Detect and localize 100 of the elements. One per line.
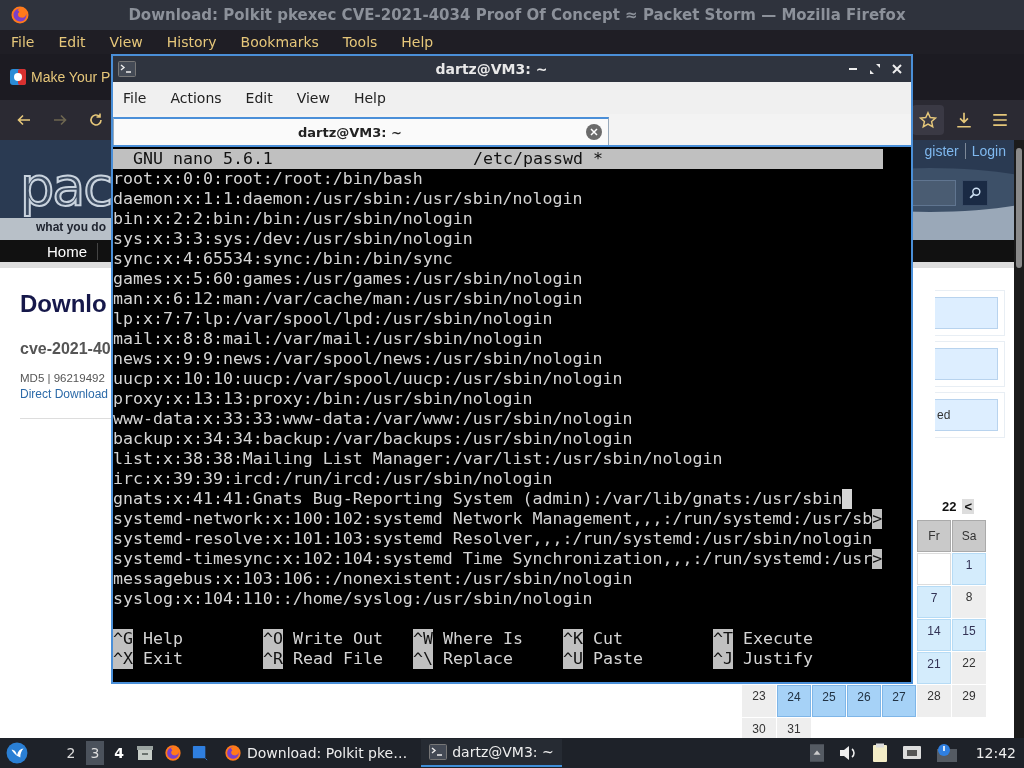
menu-item[interactable]: Actions [170,90,222,106]
side-button[interactable]: ed [935,399,998,431]
bookmark[interactable]: Make Your P [10,69,111,85]
bookmark-star-button[interactable] [912,105,944,135]
account-link[interactable]: gister [924,143,959,159]
file-cabinet-icon[interactable] [136,744,154,762]
menu-item[interactable]: View [296,90,330,106]
search-icon [968,186,982,200]
search-button[interactable] [962,180,988,206]
file-line: systemd-resolve:x:101:103:systemd Resolver,,,:/run/systemd:/usr/sbin/nologin [113,529,873,549]
window-icon[interactable] [192,745,208,761]
weekday-header: Fr [917,520,951,552]
calendar-day[interactable]: 29 [952,685,986,717]
firefox-icon [164,744,182,762]
file-name: cve-2021-40 [20,340,111,358]
shortcut-key: ^T [713,629,733,649]
shortcut-key: ^K [563,629,583,649]
workspace-button[interactable]: 4 [110,741,128,765]
calendar-day[interactable]: 14 [917,619,951,651]
window-title: Download: Polkit pkexec CVE-2021-4034 Proof Of Concept ≈ Packet Storm — Mozilla Firefox [127,6,907,24]
terminal-tab[interactable]: dartz@VM3: ~ [113,117,609,145]
download-link[interactable]: Direct Download [20,387,109,401]
calendar-day[interactable]: 23 [742,685,776,717]
tray-expand-icon[interactable] [809,743,824,763]
menu-item[interactable]: File [5,34,41,50]
volume-icon[interactable] [837,744,858,762]
line-overflow-marker: > [872,509,883,529]
maximize-button[interactable] [869,63,881,75]
file-line: news:x:9:9:news:/var/spool/news:/usr/sbin/nologin [113,349,603,369]
calendar-day[interactable]: 26 [847,685,881,717]
file-line: proxy:x:13:13:proxy:/bin:/usr/sbin/nologin [113,389,533,409]
calendar-day[interactable]: 21 [917,652,951,684]
shortcut-label: Exit [143,649,183,669]
shortcut-key: ^O [263,629,283,649]
shortcut-key: ^W [413,629,433,649]
menu-icon [991,111,1009,129]
file-line: man:x:6:12:man:/var/cache/man:/usr/sbin/nologin [113,289,583,309]
menu-item[interactable]: View [103,34,149,50]
shortcut-label: Read File [293,649,383,669]
file-line: uucp:x:10:10:uucp:/var/spool/uucp:/usr/sbin/nologin [113,369,623,389]
shortcut-key: ^U [563,649,583,669]
close-tab-icon[interactable] [586,124,602,140]
file-line: sys:x:3:3:sys:/dev:/usr/sbin/nologin [113,229,473,249]
calendar-day[interactable]: 27 [882,685,916,717]
calendar-day[interactable]: 24 [777,685,811,717]
shortcut-label: Paste [593,649,643,669]
calendar-day[interactable]: 15 [952,619,986,651]
search-field[interactable] [912,180,956,206]
scrollbar[interactable] [1014,140,1024,738]
md5-hash: MD5 | 96219492 [20,372,105,384]
menu-item[interactable]: History [160,34,223,50]
bookmark-favicon-icon [10,69,26,85]
shortcut-key: ^R [263,649,283,669]
workspace-button[interactable]: 2 [62,741,80,765]
menu-item[interactable]: Edit [245,90,273,106]
file-line: games:x:5:60:games:/usr/games:/usr/sbin/nologin [113,269,583,289]
firefox-icon [224,744,242,762]
shortcut-label: Write Out [293,629,383,649]
taskbar-task[interactable]: Download: Polkit pke… [216,739,416,767]
calendar-title: 22 [941,499,957,514]
shortcut-key: ^\ [413,649,433,669]
calendar-day[interactable]: 31 [777,718,811,738]
calendar-day[interactable]: 8 [952,586,986,618]
calendar-day[interactable]: 7 [917,586,951,618]
file-line: sync:x:4:65534:sync:/bin:/bin/sync [113,249,453,269]
shortcut-label: Justify [743,649,813,669]
menu-item[interactable]: Edit [52,34,92,50]
network-icon[interactable] [901,744,922,762]
shortcut-label: Execute [743,629,813,649]
calendar-day[interactable]: 22 [952,652,986,684]
menu-item[interactable]: Bookmarks [234,34,325,50]
shortcut-label: Replace [443,649,513,669]
file-line: systemd-network:x:100:102:systemd Network Management,,,:/run/systemd:/usr/sb [113,509,873,529]
weekday-header: Sa [952,520,986,552]
calendar-day[interactable]: 28 [917,685,951,717]
nav-link[interactable]: Home [47,242,98,260]
menu-item[interactable]: Help [353,90,386,106]
star-icon [919,111,937,129]
download-icon [955,111,973,129]
file-line: daemon:x:1:1:daemon:/usr/sbin:/usr/sbin/nologin [113,189,583,209]
terminal-icon [118,61,136,77]
workspace-button[interactable]: 3 [86,741,104,765]
menu-item[interactable]: Help [395,34,440,50]
page-heading: Downlo [20,289,107,319]
calendar-day[interactable]: 25 [812,685,846,717]
start-menu-icon[interactable] [6,742,28,764]
calendar-prev-button[interactable]: < [962,499,974,514]
line-overflow-marker: > [872,549,883,569]
menu-item[interactable]: File [123,90,147,106]
account-link[interactable]: Login [971,143,1006,159]
calendar-day[interactable]: 30 [742,718,776,738]
menu-item[interactable]: Tools [336,34,384,50]
file-line: mail:x:8:8:mail:/var/mail:/usr/sbin/nologin [113,329,543,349]
terminal-icon [429,744,448,760]
clipboard-icon[interactable] [871,743,888,763]
taskbar-task[interactable]: dartz@VM3: ~ [421,739,562,767]
calendar-day[interactable]: 1 [952,553,986,585]
file-line: list:x:38:38:Mailing List Manager:/var/list:/usr/sbin/nologin [113,449,723,469]
notification-icon[interactable] [935,743,958,763]
close-button[interactable] [891,63,903,75]
